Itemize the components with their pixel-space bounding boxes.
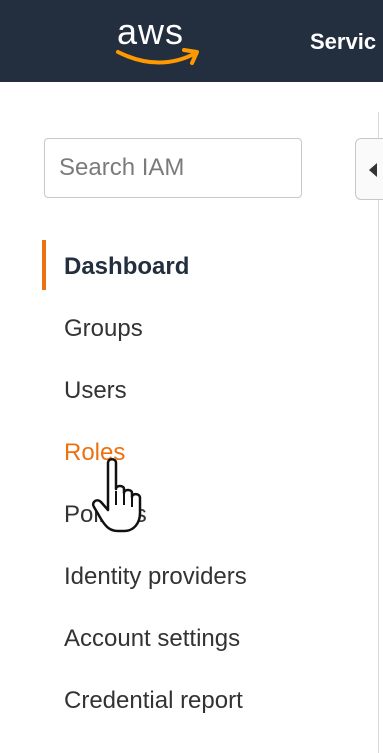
caret-left-icon xyxy=(369,163,377,177)
sidebar-item-groups[interactable]: Groups xyxy=(0,298,378,360)
search-iam-input[interactable] xyxy=(44,138,302,198)
sidebar-item-identity-providers[interactable]: Identity providers xyxy=(0,546,378,608)
sidebar-item-users[interactable]: Users xyxy=(0,360,378,422)
collapse-sidebar-button[interactable] xyxy=(355,138,383,200)
sidebar-item-dashboard[interactable]: Dashboard xyxy=(0,236,378,298)
top-nav-bar: aws Servic xyxy=(0,0,383,82)
aws-logo[interactable]: aws xyxy=(114,12,204,72)
aws-smile-icon xyxy=(116,48,199,65)
sidebar-item-roles[interactable]: Roles xyxy=(0,422,378,484)
sidebar-item-credential-report[interactable]: Credential report xyxy=(0,670,378,732)
sidebar-nav: Dashboard Groups Users Roles Policies Id… xyxy=(0,236,378,732)
sidebar-item-policies[interactable]: Policies xyxy=(0,484,378,546)
services-menu[interactable]: Servic xyxy=(310,26,376,58)
hand-pointer-icon xyxy=(92,458,142,533)
content-panel-edge xyxy=(378,112,379,753)
sidebar-item-account-settings[interactable]: Account settings xyxy=(0,608,378,670)
